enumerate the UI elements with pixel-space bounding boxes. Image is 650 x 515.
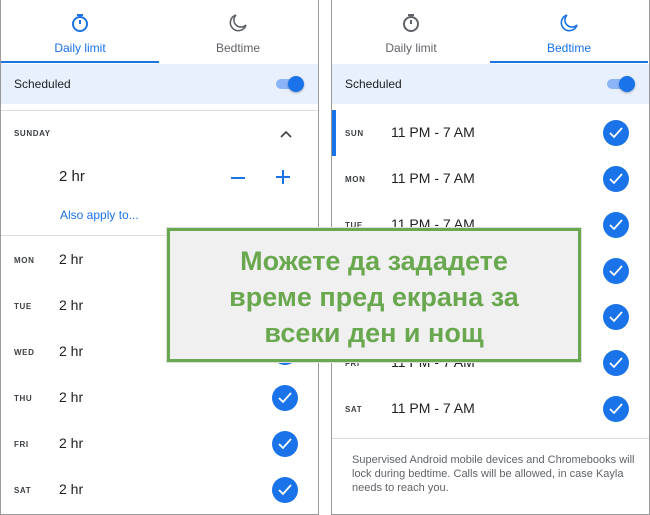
moon-icon <box>159 13 317 33</box>
scheduled-toggle[interactable] <box>607 76 635 92</box>
day-label: SAT <box>345 405 363 414</box>
chevron-up-icon[interactable] <box>279 126 293 144</box>
tab-daily-limit[interactable]: Daily limit <box>332 0 490 63</box>
caption-overlay: Можете да зададете време пред екрана за … <box>167 228 581 362</box>
selected-row-indicator <box>332 110 336 156</box>
increase-button[interactable] <box>275 169 291 190</box>
tab-bedtime[interactable]: Bedtime <box>490 0 648 63</box>
scheduled-row: Scheduled <box>1 64 318 104</box>
day-label: SUN <box>345 129 364 138</box>
check-icon[interactable] <box>603 166 629 192</box>
expanded-day-label: SUNDAY <box>14 129 51 138</box>
check-icon[interactable] <box>603 120 629 146</box>
moon-icon <box>490 13 648 33</box>
scheduled-label: Scheduled <box>14 77 71 91</box>
check-icon[interactable] <box>603 396 629 422</box>
check-icon[interactable] <box>603 212 629 238</box>
scheduled-row: Scheduled <box>332 64 649 104</box>
day-label: TUE <box>14 302 32 311</box>
day-value: 2 hr <box>59 297 84 313</box>
timer-icon <box>1 13 159 33</box>
day-label: SAT <box>14 486 32 495</box>
tab-daily-limit[interactable]: Daily limit <box>1 0 159 63</box>
day-value: 2 hr <box>59 389 84 405</box>
caption-line: всеки ден и нощ <box>264 318 484 348</box>
check-icon[interactable] <box>603 258 629 284</box>
scheduled-label: Scheduled <box>345 77 402 91</box>
scheduled-toggle[interactable] <box>276 76 304 92</box>
also-apply-link[interactable]: Also apply to... <box>60 208 139 222</box>
bedtime-footer-note: Supervised Android mobile devices and Ch… <box>352 454 635 494</box>
day-value: 2 hr <box>59 481 84 497</box>
decrease-button[interactable] <box>230 170 246 191</box>
day-label: MON <box>345 175 366 184</box>
timer-icon <box>332 13 490 33</box>
day-value: 11 PM - 7 AM <box>391 400 475 416</box>
day-value: 11 PM - 7 AM <box>391 124 475 140</box>
check-icon[interactable] <box>603 350 629 376</box>
check-icon[interactable] <box>272 477 298 503</box>
day-value: 2 hr <box>59 343 84 359</box>
day-value: 2 hr <box>59 251 84 267</box>
expanded-value: 2 hr <box>59 168 85 185</box>
check-icon[interactable] <box>272 385 298 411</box>
day-label: THU <box>14 394 33 403</box>
day-label: MON <box>14 256 35 265</box>
day-value: 11 PM - 7 AM <box>391 170 475 186</box>
check-icon[interactable] <box>272 431 298 457</box>
caption-line: време пред екрана за <box>229 282 519 312</box>
tab-bedtime[interactable]: Bedtime <box>159 0 317 63</box>
day-label: FRI <box>14 440 29 449</box>
caption-line: Можете да зададете <box>240 246 508 276</box>
day-value: 2 hr <box>59 435 84 451</box>
day-label: WED <box>14 348 35 357</box>
check-icon[interactable] <box>603 304 629 330</box>
